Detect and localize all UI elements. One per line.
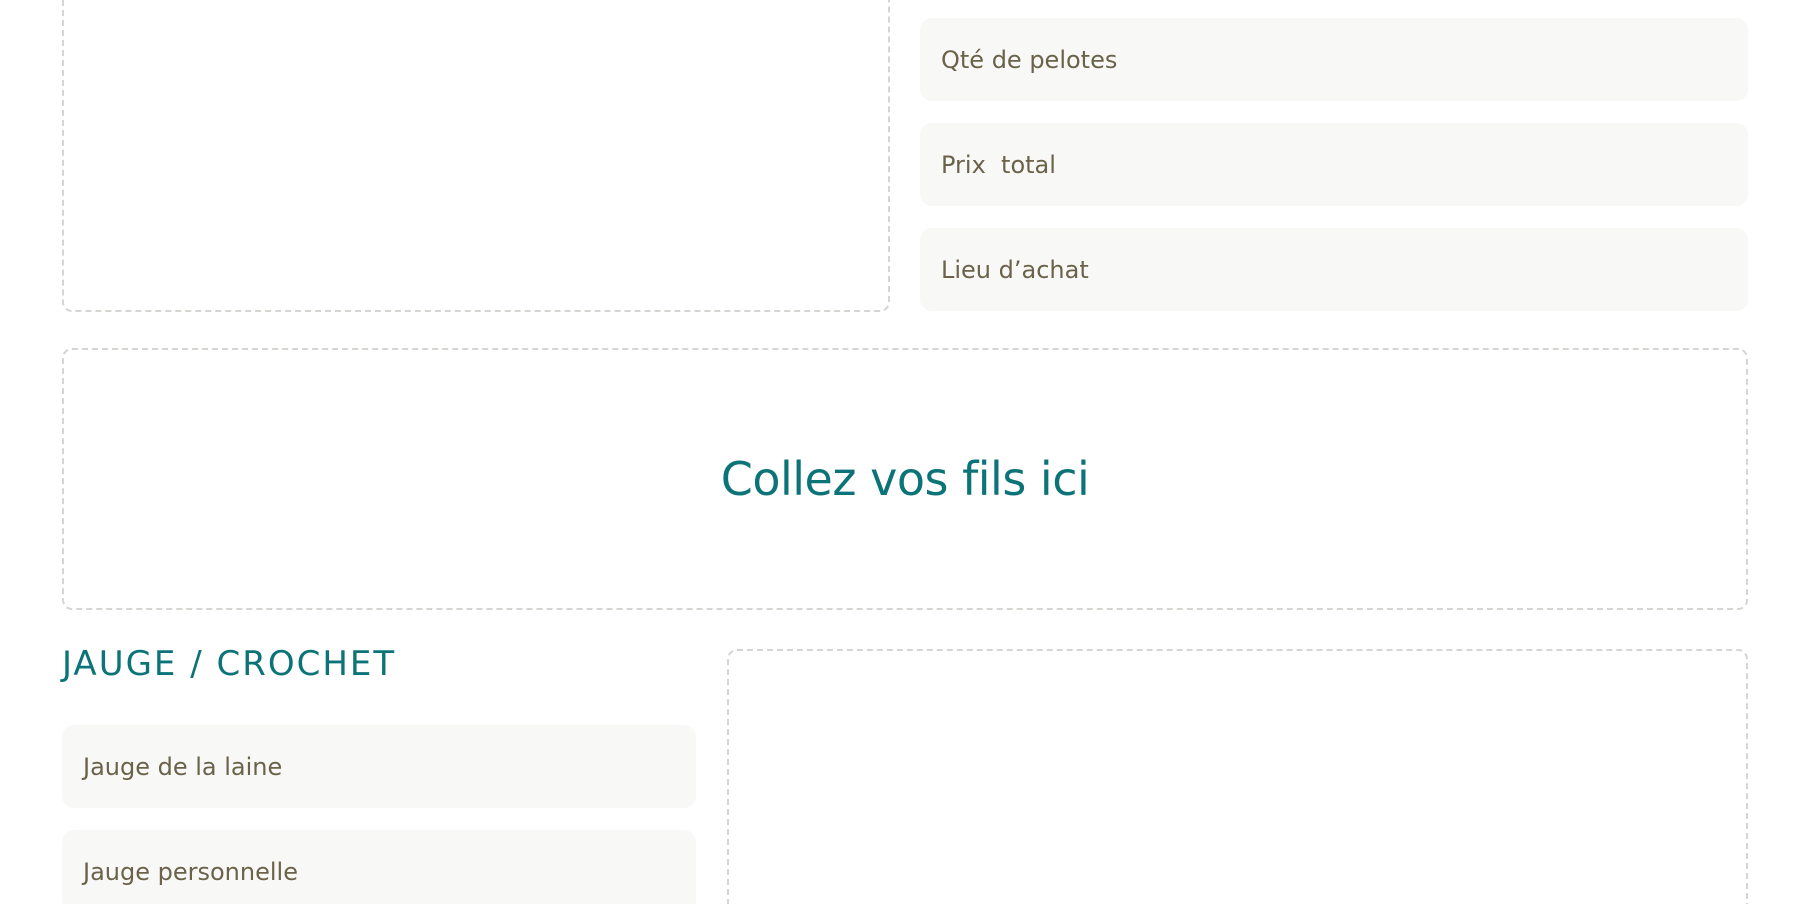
personal-gauge-field[interactable]: Jauge personnelle xyxy=(62,830,696,904)
total-price-placeholder: Prix total xyxy=(941,150,1056,179)
purchase-place-placeholder: Lieu d’achat xyxy=(941,255,1089,284)
gauge-swatch-area[interactable] xyxy=(727,649,1748,904)
yarn-gauge-placeholder: Jauge de la laine xyxy=(83,752,283,781)
yarn-purchase-page: Qté de pelotes Prix total Lieu d’achat C… xyxy=(0,0,1809,904)
personal-gauge-placeholder: Jauge personnelle xyxy=(83,857,298,886)
total-price-field[interactable]: Prix total xyxy=(920,123,1748,206)
paste-area-label: Collez vos fils ici xyxy=(720,452,1090,506)
quantity-field[interactable]: Qté de pelotes xyxy=(920,18,1748,101)
yarn-gauge-field[interactable]: Jauge de la laine xyxy=(62,725,696,808)
photo-drop-area[interactable] xyxy=(62,0,890,312)
purchase-place-field[interactable]: Lieu d’achat xyxy=(920,228,1748,311)
yarn-sample-paste-area[interactable]: Collez vos fils ici xyxy=(62,348,1748,610)
quantity-placeholder: Qté de pelotes xyxy=(941,45,1118,74)
gauge-section-title: JAUGE / CROCHET xyxy=(62,644,397,684)
